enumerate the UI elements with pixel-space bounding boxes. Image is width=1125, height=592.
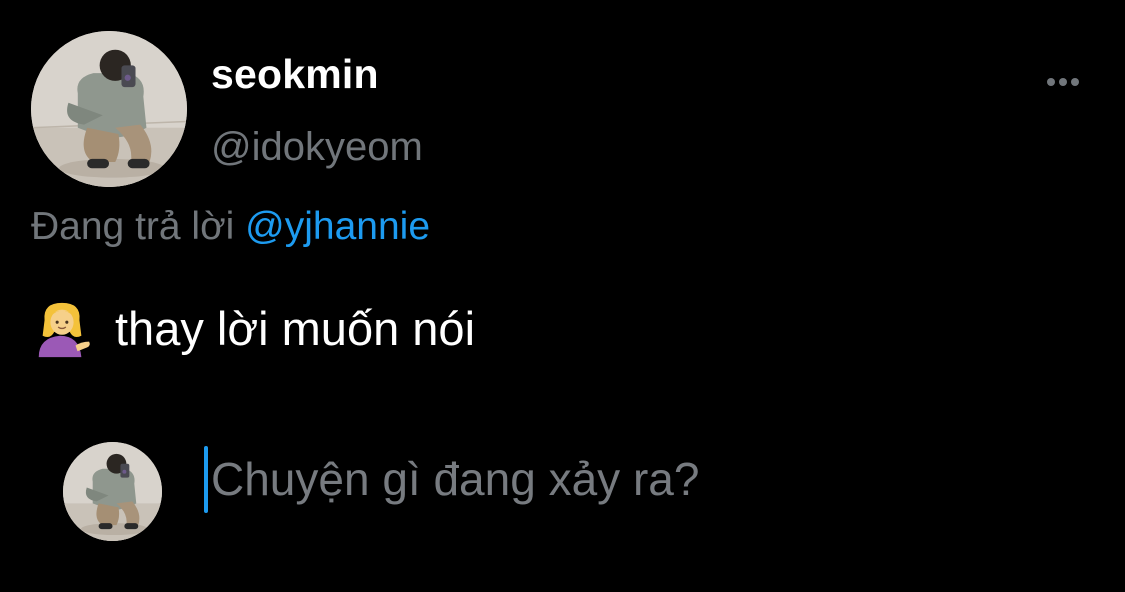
author-handle[interactable]: @idokyeom <box>211 125 423 170</box>
more-horizontal-icon-dot <box>1071 78 1079 86</box>
compose-reply-input[interactable]: Chuyện gì đang xảy ra? <box>204 445 1064 513</box>
more-options-button[interactable] <box>1036 66 1090 98</box>
author-display-name[interactable]: seokmin <box>211 51 379 98</box>
reply-mention-link[interactable]: @yjhannie <box>245 205 430 248</box>
composer-avatar[interactable] <box>63 442 162 541</box>
text-caret <box>204 445 208 513</box>
more-horizontal-icon <box>1047 78 1055 86</box>
author-avatar[interactable] <box>31 31 187 187</box>
tipping-hand-woman-icon <box>31 297 93 359</box>
avatar-photo-icon <box>31 31 187 187</box>
avatar-photo-icon <box>63 442 162 541</box>
tweet-body: thay lời muốn nói <box>115 301 476 355</box>
more-horizontal-icon-dot <box>1059 78 1067 86</box>
compose-placeholder: Chuyện gì đang xảy ra? <box>211 453 700 505</box>
reply-context: Đang trả lời @yjhannie <box>31 205 430 249</box>
reply-context-prefix: Đang trả lời <box>31 205 235 248</box>
tweet-text: thay lời muốn nói <box>31 297 475 359</box>
